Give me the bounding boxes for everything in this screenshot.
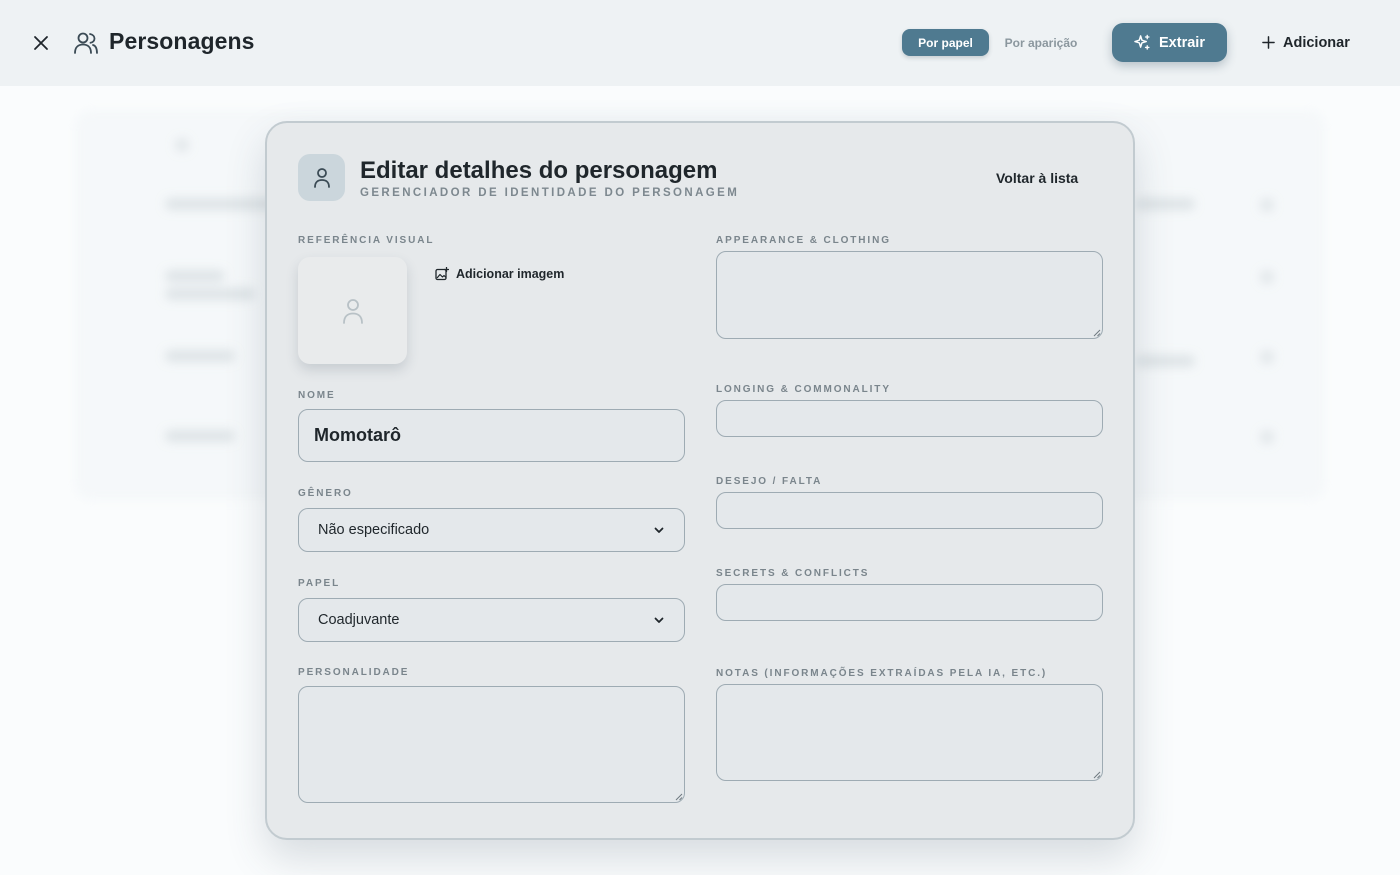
chevron-down-icon <box>654 527 664 533</box>
gender-label: GÊNERO <box>298 488 353 499</box>
close-icon <box>34 36 48 50</box>
background-row <box>1135 198 1195 210</box>
background-dot <box>175 138 189 152</box>
visual-reference-label: REFERÊNCIA VISUAL <box>298 235 435 246</box>
longing-label: LONGING & COMMONALITY <box>716 384 891 395</box>
background-dot <box>1260 198 1274 212</box>
background-row <box>165 430 235 442</box>
name-label: NOME <box>298 390 336 401</box>
modal-subtitle: GERENCIADOR DE IDENTIDADE DO PERSONAGEM <box>360 187 740 199</box>
user-placeholder-icon <box>342 298 363 324</box>
background-row <box>1135 355 1195 367</box>
role-value: Coadjuvante <box>318 612 400 628</box>
personality-textarea[interactable] <box>298 686 685 803</box>
add-image-button[interactable]: Adicionar imagem <box>435 267 564 281</box>
background-row <box>165 350 235 362</box>
add-button[interactable]: Adicionar <box>1262 28 1350 57</box>
background-row <box>165 288 255 300</box>
notes-label: NOTAS (INFORMAÇÕES EXTRAÍDAS PELA IA, ET… <box>716 668 1048 679</box>
role-select[interactable]: Coadjuvante <box>298 598 685 642</box>
extract-label: Extrair <box>1159 34 1205 51</box>
edit-character-modal: Editar detalhes do personagem GERENCIADO… <box>265 121 1135 840</box>
add-label: Adicionar <box>1283 34 1350 51</box>
notes-textarea[interactable] <box>716 684 1103 781</box>
back-to-list-button[interactable]: Voltar à lista <box>996 170 1078 186</box>
character-image[interactable] <box>298 257 407 364</box>
secrets-textarea[interactable] <box>716 584 1103 621</box>
desire-textarea[interactable] <box>716 492 1103 529</box>
chevron-down-icon <box>654 617 664 623</box>
users-icon <box>74 32 98 54</box>
view-by-role-button[interactable]: Por papel <box>902 29 989 56</box>
secrets-label: SECRETS & CONFLICTS <box>716 568 870 579</box>
background-row <box>165 270 225 282</box>
appearance-textarea[interactable] <box>716 251 1103 339</box>
role-label: PAPEL <box>298 578 341 589</box>
view-by-appearance-button[interactable]: Por aparição <box>996 29 1086 56</box>
modal-title: Editar detalhes do personagem <box>360 157 718 184</box>
gender-value: Não especificado <box>318 522 430 538</box>
page-title: Personagens <box>109 28 255 54</box>
name-input[interactable] <box>298 409 685 462</box>
close-button[interactable] <box>28 30 54 56</box>
top-bar: Personagens Por papel Por aparição Extra… <box>0 0 1400 86</box>
plus-icon <box>1262 36 1275 49</box>
image-add-icon <box>435 267 449 281</box>
user-icon <box>313 167 330 188</box>
longing-textarea[interactable] <box>716 400 1103 437</box>
avatar <box>298 154 345 201</box>
appearance-label: APPEARANCE & CLOTHING <box>716 235 891 246</box>
gender-select[interactable]: Não especificado <box>298 508 685 552</box>
extract-button[interactable]: Extrair <box>1112 23 1227 62</box>
desire-label: DESEJO / FALTA <box>716 476 823 487</box>
background-dot <box>1260 270 1274 284</box>
background-dot <box>1260 430 1274 444</box>
sparkles-icon <box>1134 34 1150 50</box>
add-image-label: Adicionar imagem <box>456 267 565 281</box>
background-dot <box>1260 350 1274 364</box>
personality-label: PERSONALIDADE <box>298 667 410 678</box>
